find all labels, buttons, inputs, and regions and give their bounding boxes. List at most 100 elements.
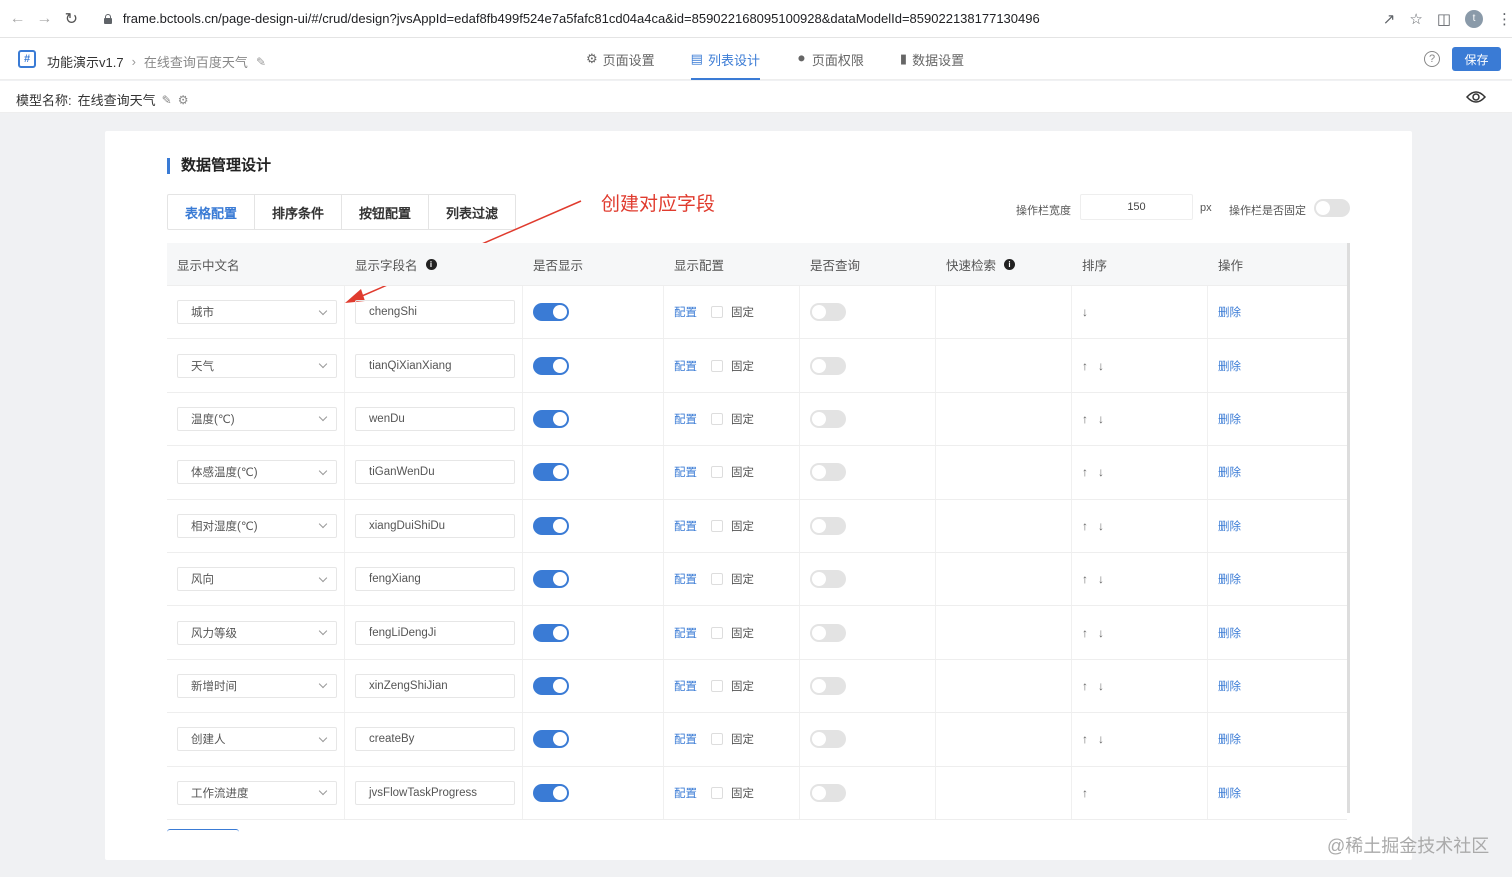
fixed-checkbox[interactable]: [711, 786, 723, 799]
delete-link[interactable]: 删除: [1218, 464, 1241, 480]
tab-table-config[interactable]: 表格配置: [168, 195, 256, 229]
field-name-input[interactable]: tianQiXianXiang: [355, 353, 515, 378]
table-scrollbar[interactable]: [1347, 243, 1350, 813]
fixed-checkbox[interactable]: [711, 626, 723, 639]
delete-link[interactable]: 删除: [1218, 518, 1241, 534]
delete-link[interactable]: 删除: [1218, 625, 1241, 641]
delete-link[interactable]: 删除: [1218, 358, 1241, 374]
delete-link[interactable]: 删除: [1218, 731, 1241, 747]
visible-toggle[interactable]: [533, 783, 569, 802]
config-link[interactable]: 配置: [674, 358, 697, 374]
config-link[interactable]: 配置: [674, 678, 697, 694]
avatar[interactable]: t: [1465, 9, 1483, 28]
edit-icon[interactable]: ✎: [162, 93, 172, 107]
display-name-select[interactable]: 温度(℃): [177, 406, 337, 431]
field-name-input[interactable]: tiGanWenDu: [355, 460, 515, 485]
visible-toggle[interactable]: [533, 303, 569, 322]
visible-toggle[interactable]: [533, 463, 569, 482]
delete-link[interactable]: 删除: [1218, 411, 1241, 427]
arrow-down-icon[interactable]: ↓: [1098, 679, 1104, 693]
visible-toggle[interactable]: [533, 676, 569, 695]
arrow-up-icon[interactable]: ↑: [1082, 519, 1088, 533]
queryable-toggle[interactable]: [810, 570, 846, 589]
add-field-button[interactable]: [167, 829, 239, 833]
help-icon[interactable]: ?: [1424, 51, 1440, 67]
tab-list-design[interactable]: ▤ 列表设计: [673, 38, 778, 80]
visible-toggle[interactable]: [533, 409, 569, 428]
tab-page-permission[interactable]: ⚫ 页面权限: [778, 38, 882, 80]
field-name-input[interactable]: xiangDuiShiDu: [355, 513, 515, 538]
config-link[interactable]: 配置: [674, 731, 697, 747]
fixed-checkbox[interactable]: [711, 733, 723, 746]
tab-data-settings[interactable]: ▮ 数据设置: [882, 38, 982, 80]
config-link[interactable]: 配置: [674, 571, 697, 587]
arrow-down-icon[interactable]: ↓: [1098, 519, 1104, 533]
visible-toggle[interactable]: [533, 730, 569, 749]
fixed-checkbox[interactable]: [711, 466, 723, 479]
fixed-checkbox[interactable]: [711, 573, 723, 586]
arrow-down-icon[interactable]: ↓: [1098, 732, 1104, 746]
display-name-select[interactable]: 创建人: [177, 727, 337, 752]
visible-toggle[interactable]: [533, 623, 569, 642]
op-width-input[interactable]: [1080, 194, 1193, 220]
field-name-input[interactable]: chengShi: [355, 300, 515, 325]
star-icon[interactable]: ☆: [1409, 10, 1422, 28]
address-bar[interactable]: frame.bctools.cn/page-design-ui/#/crud/d…: [92, 3, 1373, 34]
queryable-toggle[interactable]: [810, 409, 846, 428]
visible-toggle[interactable]: [533, 516, 569, 535]
field-name-input[interactable]: createBy: [355, 727, 515, 752]
gear-icon[interactable]: ⚙: [178, 93, 189, 107]
back-icon[interactable]: ←: [4, 5, 31, 33]
info-icon[interactable]: i: [1004, 258, 1016, 270]
visible-toggle[interactable]: [533, 356, 569, 375]
delete-link[interactable]: 删除: [1218, 678, 1241, 694]
reload-icon[interactable]: ↻: [58, 5, 85, 33]
config-link[interactable]: 配置: [674, 304, 697, 320]
config-link[interactable]: 配置: [674, 464, 697, 480]
display-name-select[interactable]: 风向: [177, 567, 337, 592]
field-name-input[interactable]: fengLiDengJi: [355, 620, 515, 645]
arrow-up-icon[interactable]: ↑: [1082, 465, 1088, 479]
fixed-checkbox[interactable]: [711, 359, 723, 372]
arrow-up-icon[interactable]: ↑: [1082, 412, 1088, 426]
queryable-toggle[interactable]: [810, 783, 846, 802]
config-link[interactable]: 配置: [674, 518, 697, 534]
delete-link[interactable]: 删除: [1218, 304, 1241, 320]
op-fixed-toggle[interactable]: [1314, 199, 1350, 217]
arrow-up-icon[interactable]: ↑: [1082, 679, 1088, 693]
arrow-up-icon[interactable]: ↑: [1082, 786, 1088, 800]
fixed-checkbox[interactable]: [711, 412, 723, 425]
delete-link[interactable]: 删除: [1218, 785, 1241, 801]
arrow-down-icon[interactable]: ↓: [1098, 465, 1104, 479]
sidebar-icon[interactable]: ◫: [1437, 10, 1451, 28]
menu-icon[interactable]: ⋮: [1497, 10, 1512, 28]
save-button[interactable]: 保存: [1452, 47, 1501, 71]
display-name-select[interactable]: 相对湿度(℃): [177, 513, 337, 538]
queryable-toggle[interactable]: [810, 730, 846, 749]
info-icon[interactable]: i: [425, 258, 437, 270]
share-icon[interactable]: ↗: [1383, 10, 1396, 28]
config-link[interactable]: 配置: [674, 411, 697, 427]
display-name-select[interactable]: 工作流进度: [177, 780, 337, 805]
queryable-toggle[interactable]: [810, 676, 846, 695]
arrow-down-icon[interactable]: ↓: [1098, 359, 1104, 373]
arrow-down-icon[interactable]: ↓: [1098, 412, 1104, 426]
tab-page-settings[interactable]: ⚙ 页面设置: [568, 38, 673, 80]
eye-icon[interactable]: [1466, 90, 1486, 104]
delete-link[interactable]: 删除: [1218, 571, 1241, 587]
display-name-select[interactable]: 城市: [177, 300, 337, 325]
field-name-input[interactable]: xinZengShiJian: [355, 673, 515, 698]
fixed-checkbox[interactable]: [711, 306, 723, 319]
config-link[interactable]: 配置: [674, 785, 697, 801]
fixed-checkbox[interactable]: [711, 679, 723, 692]
arrow-up-icon[interactable]: ↑: [1082, 626, 1088, 640]
fixed-checkbox[interactable]: [711, 519, 723, 532]
app-name[interactable]: 功能演示v1.7: [47, 52, 124, 71]
config-link[interactable]: 配置: [674, 625, 697, 641]
field-name-input[interactable]: jvsFlowTaskProgress: [355, 780, 515, 805]
forward-icon[interactable]: →: [31, 5, 58, 33]
field-name-input[interactable]: fengXiang: [355, 567, 515, 592]
display-name-select[interactable]: 体感温度(℃): [177, 460, 337, 485]
queryable-toggle[interactable]: [810, 356, 846, 375]
arrow-up-icon[interactable]: ↑: [1082, 732, 1088, 746]
